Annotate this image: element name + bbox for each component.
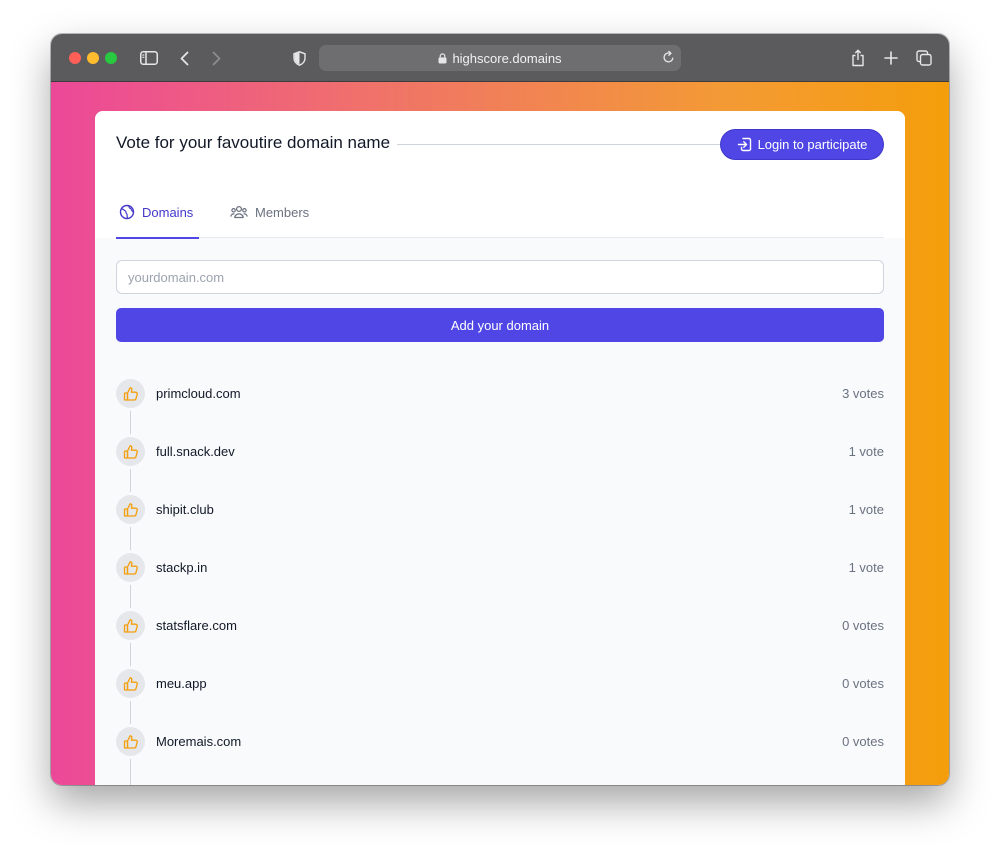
upvote-button[interactable] [116,495,145,524]
browser-window: highscore.domains Vote for your favoutir… [51,34,949,785]
address-bar[interactable]: highscore.domains [319,45,681,71]
domain-row: stackp.in 1 vote [116,553,884,611]
forward-icon[interactable] [209,48,223,68]
sidebar-icon[interactable] [139,48,159,68]
active-tab-indicator [116,237,199,239]
thumbs-up-icon [123,444,138,459]
add-domain-button[interactable]: Add your domain [116,308,884,342]
new-tab-icon[interactable] [883,48,899,68]
vote-count: 0 votes [842,676,884,691]
domain-name: stackp.in [156,560,208,575]
domain-name: statsflare.com [156,618,237,633]
thumbs-up-icon [123,560,138,575]
thumbs-up-icon [123,386,138,401]
thumbs-up-icon [123,502,138,517]
browser-titlebar: highscore.domains [51,34,949,82]
domain-name: shipit.club [156,502,214,517]
upvote-button[interactable] [116,611,145,640]
domain-row: full.snack.dev 1 vote [116,437,884,495]
thumbs-up-icon [123,676,138,691]
users-icon [230,205,248,219]
tab-members[interactable]: Members [230,199,309,238]
upvote-button[interactable] [116,669,145,698]
tab-members-label: Members [255,205,310,220]
vote-count: 1 vote [848,560,884,575]
vote-count: 1 vote [848,502,884,517]
upvote-button[interactable] [116,379,145,408]
vote-count: 0 votes [842,734,884,749]
upvote-button[interactable] [116,553,145,582]
domain-row: statsflare.com 0 votes [116,611,884,669]
domain-list: primcloud.com 3 votes full.snack.dev 1 v… [116,379,884,785]
login-icon [737,137,751,152]
upvote-button[interactable] [116,437,145,466]
domain-name: meu.app [156,676,207,691]
domain-row: meu.app 0 votes [116,669,884,727]
header-divider [397,144,727,145]
thumbs-up-icon [123,734,138,749]
login-button-label: Login to participate [757,137,868,152]
reload-icon[interactable] [662,50,675,67]
minimize-window-button[interactable] [87,52,99,64]
zoom-window-button[interactable] [105,52,117,64]
tab-domains[interactable]: Domains [116,199,199,239]
vote-count: 0 votes [842,618,884,633]
domain-input[interactable] [116,260,884,294]
tab-overview-icon[interactable] [915,48,933,68]
thumbs-up-icon [123,618,138,633]
login-button[interactable]: Login to participate [721,130,883,159]
tab-domains-label: Domains [142,205,194,220]
vote-count: 1 vote [848,444,884,459]
address-bar-url: highscore.domains [452,50,562,66]
globe-icon [119,204,135,220]
share-icon[interactable] [850,48,866,68]
domain-name: full.snack.dev [156,444,235,459]
close-window-button[interactable] [69,52,81,64]
domain-row: primcloud.com 3 votes [116,379,884,437]
domain-row: shipit.club 1 vote [116,495,884,553]
privacy-shield-icon[interactable] [291,48,307,68]
page-background: Vote for your favoutire domain name Logi… [51,82,949,785]
domain-name: primcloud.com [156,386,241,401]
lock-icon [438,52,447,64]
page-title: Vote for your favoutire domain name [116,133,391,152]
back-icon[interactable] [177,48,191,68]
vote-count: 3 votes [842,386,884,401]
domain-row: Moremais.com 0 votes [116,727,884,785]
tab-bar: Domains Members [116,199,884,239]
voting-card: Vote for your favoutire domain name Logi… [95,111,905,785]
domain-name: Moremais.com [156,734,242,749]
upvote-button[interactable] [116,727,145,756]
